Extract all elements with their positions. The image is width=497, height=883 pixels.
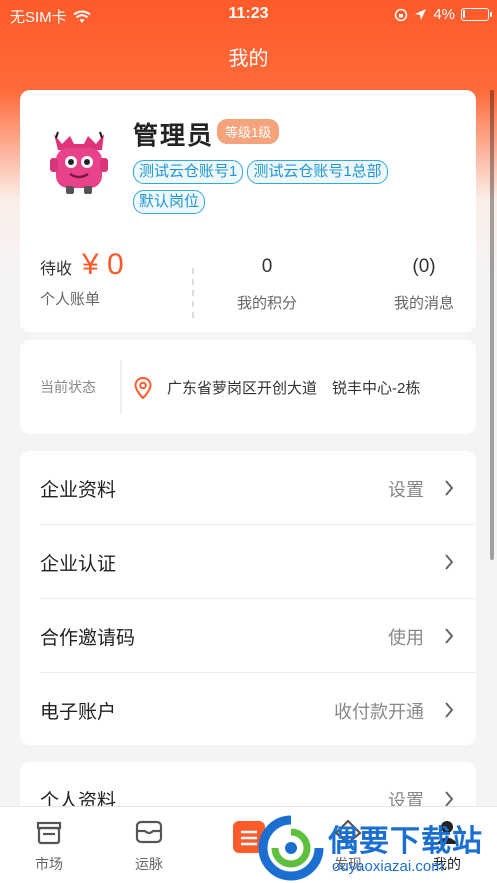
tag-headquarters: 测试云仓账号1总部 <box>247 160 388 184</box>
watermark: 偶要下载站 ouyaoxiazai.com <box>256 812 497 883</box>
location-arrow-icon <box>415 9 427 20</box>
menu-item-label: 企业认证 <box>40 554 117 575</box>
battery-icon <box>461 8 492 21</box>
rotation-lock-icon <box>395 8 408 21</box>
battery-percent: 4% <box>433 6 455 23</box>
menu-item-electronic-account[interactable]: 电子账户 收付款开通 <box>40 673 456 746</box>
points-label: 我的积分 <box>236 295 297 312</box>
menu-item-company-verification[interactable]: 企业认证 <box>40 525 456 598</box>
status-bar: 无SIM卡 11:23 4% <box>0 0 497 30</box>
tag-list: 测试云仓账号1 测试云仓账号1总部 默认岗位 <box>133 160 433 214</box>
tab-label: 运脉 <box>135 856 163 872</box>
profile-card: 管理员 等级1级 测试云仓账号1 测试云仓账号1总部 默认岗位 待收 ¥ 0 个… <box>20 90 476 332</box>
tab-yunmai[interactable]: 运脉 <box>119 819 179 874</box>
menu-item-value: 收付款开通 <box>334 702 424 722</box>
wallet-icon <box>135 820 163 844</box>
user-name: 管理员 <box>133 122 215 150</box>
avatar[interactable] <box>44 128 114 198</box>
location-text: 广东省萝岗区开创大道 锐丰中心-2栋 <box>167 380 421 397</box>
chevron-right-icon <box>445 791 454 807</box>
menu-item-label: 电子账户 <box>40 702 117 723</box>
menu-item-label: 合作邀请码 <box>40 628 136 649</box>
chevron-right-icon <box>445 480 454 496</box>
stats-divider <box>192 268 194 318</box>
billing-stat[interactable]: 待收 ¥ 0 个人账单 <box>40 248 124 309</box>
messages-label: 我的消息 <box>393 295 454 312</box>
level-badge: 等级1级 <box>217 119 280 144</box>
tag-position: 默认岗位 <box>133 190 206 214</box>
pending-label: 待收 <box>40 261 73 278</box>
status-separator <box>120 360 122 414</box>
market-icon <box>36 821 62 845</box>
tab-market[interactable]: 市场 <box>19 819 79 874</box>
settings-menu: 企业资料 设置 企业认证 合作邀请码 使用 电子账户 收付款开通 <box>20 451 476 745</box>
watermark-logo <box>258 815 324 881</box>
watermark-title: 偶要下载站 <box>328 825 483 858</box>
menu-item-company-profile[interactable]: 企业资料 设置 <box>40 451 456 524</box>
scrollbar[interactable] <box>490 90 494 560</box>
current-status-label: 当前状态 <box>40 379 96 395</box>
location-pin-icon <box>134 377 152 399</box>
menu-item-invite-code[interactable]: 合作邀请码 使用 <box>40 599 456 672</box>
chevron-right-icon <box>445 702 454 718</box>
chevron-right-icon <box>445 628 454 644</box>
tab-label: 市场 <box>35 856 63 872</box>
watermark-url: ouyaoxiazai.com <box>332 858 444 875</box>
billing-label: 个人账单 <box>40 291 101 308</box>
messages-stat[interactable]: (0) 我的消息 <box>384 256 464 313</box>
messages-value: (0) <box>412 256 436 277</box>
menu-item-label: 企业资料 <box>40 480 117 501</box>
menu-item-value: 设置 <box>388 480 424 500</box>
tag-account: 测试云仓账号1 <box>133 160 244 184</box>
menu-item-value: 使用 <box>388 628 424 648</box>
chevron-right-icon <box>445 554 454 570</box>
points-stat[interactable]: 0 我的积分 <box>227 256 307 313</box>
page-title: 我的 <box>228 48 269 70</box>
points-value: 0 <box>261 256 273 277</box>
current-status-card[interactable]: 当前状态 广东省萝岗区开创大道 锐丰中心-2栋 <box>20 340 476 434</box>
pending-amount: ¥ 0 <box>82 248 124 281</box>
